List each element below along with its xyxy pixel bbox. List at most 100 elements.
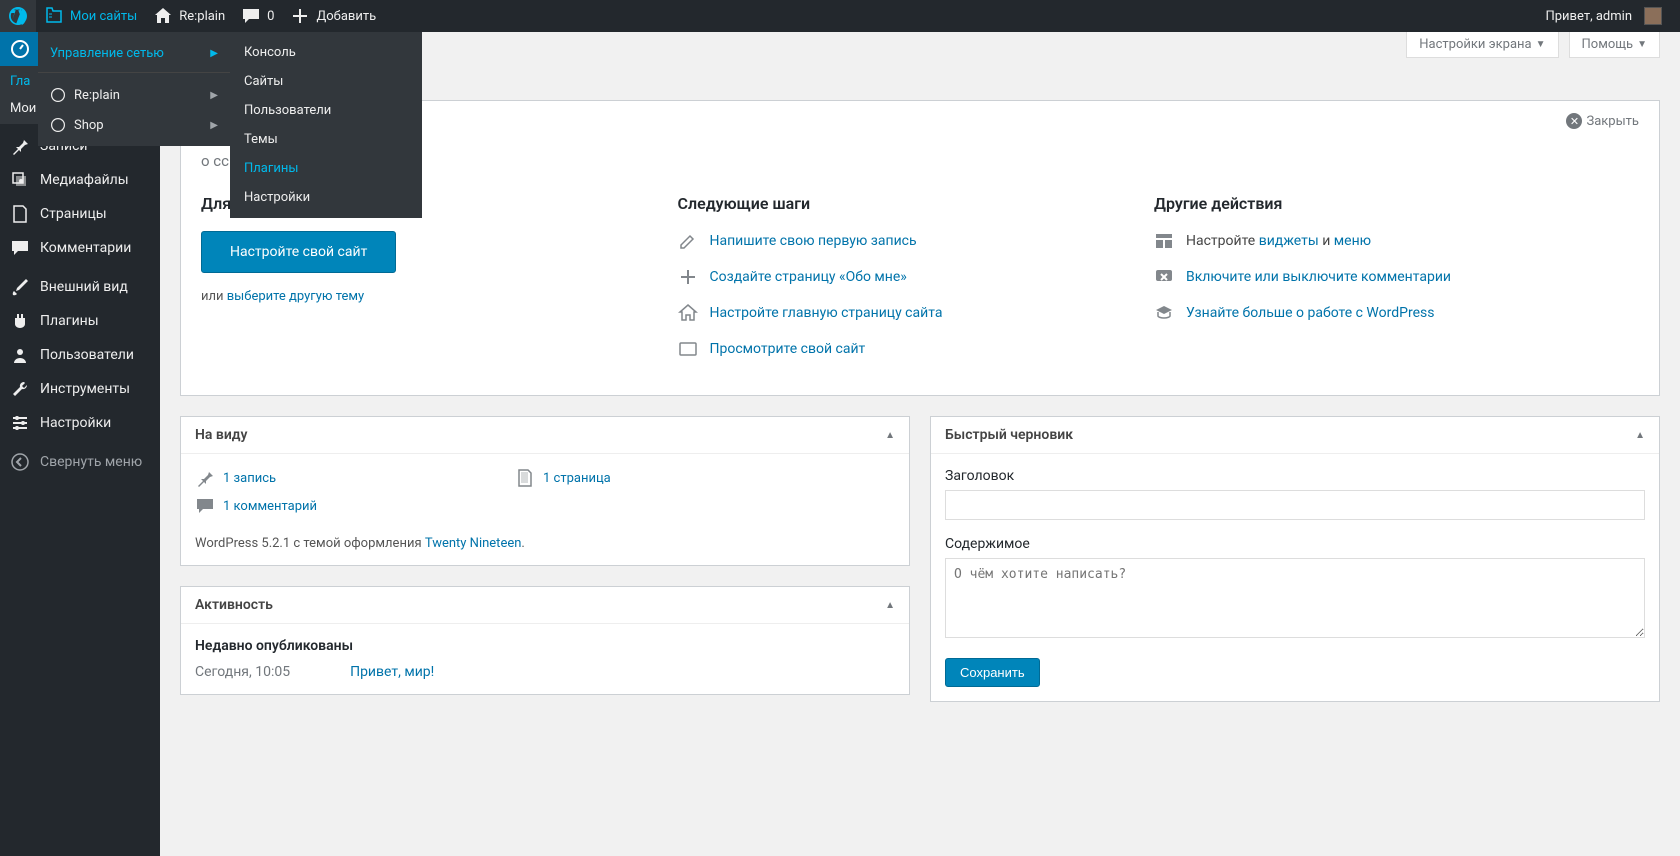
toggle-comments-link[interactable]: Включите или выключите комментарии xyxy=(1186,269,1451,285)
welcome-col3-title: Другие действия xyxy=(1154,194,1639,213)
setup-widgets-text: Настройте виджеты и меню xyxy=(1186,233,1371,249)
menu-collapse[interactable]: Свернуть меню xyxy=(0,445,160,479)
add-new[interactable]: Добавить xyxy=(282,0,384,32)
flyout-sites[interactable]: Сайты xyxy=(230,67,422,96)
flyout-site-shop[interactable]: Shop▶ xyxy=(38,110,230,140)
flyout-site-replain[interactable]: Re:plain▶ xyxy=(38,80,230,110)
menu-plugins[interactable]: Плагины xyxy=(0,304,160,338)
toggle-box[interactable]: ▲ xyxy=(885,600,895,611)
theme-link[interactable]: Twenty Nineteen xyxy=(425,536,522,551)
flyout-console[interactable]: Консоль xyxy=(230,38,422,67)
activity-box: Активность ▲ Недавно опубликованы Сегодня… xyxy=(180,586,910,695)
menu-users[interactable]: Пользователи xyxy=(0,338,160,372)
change-theme-link[interactable]: выберите другую тему xyxy=(227,289,364,304)
menu-tools[interactable]: Инструменты xyxy=(0,372,160,406)
glance-posts[interactable]: 1 запись xyxy=(195,468,475,488)
greeting-text: Привет, admin xyxy=(1545,9,1632,24)
toggle-box[interactable]: ▲ xyxy=(1635,430,1645,441)
glance-pages[interactable]: 1 страница xyxy=(515,468,795,488)
triangle-down-icon: ▼ xyxy=(1637,39,1647,50)
wordpress-icon xyxy=(50,117,66,133)
welcome-dismiss[interactable]: ✕Закрыть xyxy=(1566,113,1639,129)
screen-options-tab[interactable]: Настройки экрана▼ xyxy=(1406,32,1558,58)
setup-homepage-link[interactable]: Настройте главную страницу сайта xyxy=(710,305,943,321)
menu-media[interactable]: Медиафайлы xyxy=(0,163,160,197)
welcome-col2-title: Следующие шаги xyxy=(678,194,1115,213)
learn-icon xyxy=(1154,303,1174,323)
comments-count: 0 xyxy=(267,9,274,24)
help-tab[interactable]: Помощь▼ xyxy=(1569,32,1660,58)
menu-label: Инструменты xyxy=(40,381,130,397)
triangle-down-icon: ▼ xyxy=(1536,39,1546,50)
draft-content-label: Содержимое xyxy=(945,536,1645,552)
draft-title-input[interactable] xyxy=(945,490,1645,520)
comments-toggle-icon xyxy=(1154,267,1174,287)
add-about-page-link[interactable]: Создайте страницу «Обо мне» xyxy=(710,269,907,285)
menu-label: Страницы xyxy=(40,206,107,222)
quick-draft-box: Быстрый черновик ▲ Заголовок Содержимое С… xyxy=(930,416,1660,702)
user-greeting[interactable]: Привет, admin xyxy=(1537,0,1670,32)
wordpress-icon xyxy=(50,87,66,103)
draft-content-textarea[interactable] xyxy=(945,558,1645,638)
chevron-right-icon: ▶ xyxy=(210,48,218,59)
media-icon xyxy=(10,170,30,190)
flyout-plugins[interactable]: Плагины xyxy=(230,154,422,183)
dashboard-icon xyxy=(10,39,30,59)
draft-title-label: Заголовок xyxy=(945,468,1645,484)
plugin-icon xyxy=(10,311,30,331)
page-icon xyxy=(515,468,535,488)
site-name[interactable]: Re:plain xyxy=(145,0,233,32)
wordpress-icon xyxy=(8,6,28,26)
pin-icon xyxy=(10,136,30,156)
menu-label: Медиафайлы xyxy=(40,172,129,188)
menu-label: Плагины xyxy=(40,313,99,329)
menu-pages[interactable]: Страницы xyxy=(0,197,160,231)
sliders-icon xyxy=(10,413,30,433)
my-sites-flyout: Управление сетью▶ Re:plain▶ Shop▶ xyxy=(38,32,230,146)
write-icon xyxy=(678,231,698,251)
menu-settings[interactable]: Настройки xyxy=(0,406,160,440)
collapse-icon xyxy=(10,452,30,472)
flyout-settings[interactable]: Настройки xyxy=(230,183,422,212)
menu-comments[interactable]: Комментарии xyxy=(0,231,160,265)
activity-time: Сегодня, 10:05 xyxy=(195,664,290,680)
plus-icon xyxy=(678,267,698,287)
admin-bar: Мои сайты Re:plain 0 Добавить Привет, ad… xyxy=(0,0,1680,32)
menu-label: Настройки xyxy=(40,415,111,431)
toggle-box[interactable]: ▲ xyxy=(885,430,895,441)
comment-icon xyxy=(195,496,215,516)
network-admin-flyout: Консоль Сайты Пользователи Темы Плагины … xyxy=(230,32,422,218)
write-first-post-link[interactable]: Напишите свою первую запись xyxy=(710,233,917,249)
site-name-label: Re:plain xyxy=(179,9,225,24)
menus-link[interactable]: меню xyxy=(1334,233,1371,249)
comment-icon xyxy=(241,6,261,26)
add-new-label: Добавить xyxy=(316,9,376,24)
flyout-network-admin[interactable]: Управление сетью▶ xyxy=(38,38,230,68)
comments-bubble[interactable]: 0 xyxy=(233,0,282,32)
activity-recent-title: Недавно опубликованы xyxy=(195,638,895,654)
dismiss-icon: ✕ xyxy=(1566,113,1582,129)
learn-more-link[interactable]: Узнайте больше о работе с WordPress xyxy=(1186,305,1434,321)
comment-icon xyxy=(10,238,30,258)
glance-comments[interactable]: 1 комментарий xyxy=(195,496,475,516)
customize-site-button[interactable]: Настройте свой сайт xyxy=(201,231,396,273)
my-sites[interactable]: Мои сайты xyxy=(36,0,145,32)
flyout-users[interactable]: Пользователи xyxy=(230,96,422,125)
view-site-link[interactable]: Просмотрите свой сайт xyxy=(710,341,866,357)
user-icon xyxy=(10,345,30,365)
menu-label: Внешний вид xyxy=(40,279,128,295)
wrench-icon xyxy=(10,379,30,399)
menu-appearance[interactable]: Внешний вид xyxy=(0,270,160,304)
box-title: Быстрый черновик xyxy=(945,427,1073,443)
at-a-glance-box: На виду ▲ 1 запись 1 страница 1 комментар… xyxy=(180,416,910,566)
box-title: Активность xyxy=(195,597,273,613)
menu-label: Пользователи xyxy=(40,347,134,363)
wp-logo[interactable] xyxy=(0,0,36,32)
widgets-link[interactable]: виджеты xyxy=(1259,233,1319,249)
box-title: На виду xyxy=(195,427,248,443)
flyout-themes[interactable]: Темы xyxy=(230,125,422,154)
view-icon xyxy=(678,339,698,359)
save-draft-button[interactable]: Сохранить xyxy=(945,658,1040,687)
chevron-right-icon: ▶ xyxy=(210,120,218,131)
activity-post-link[interactable]: Привет, мир! xyxy=(350,664,434,680)
